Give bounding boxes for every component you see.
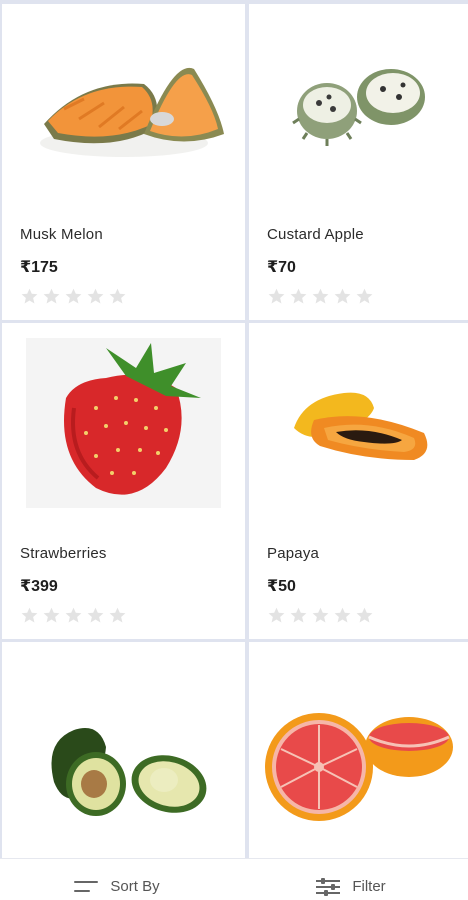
star-icon[interactable] — [64, 606, 83, 625]
star-icon[interactable] — [20, 287, 39, 306]
star-icon[interactable] — [311, 287, 330, 306]
product-image-grapefruit[interactable] — [249, 682, 468, 852]
product-grid: Musk Melon ₹175 Custard Apple ₹70 Strawb… — [0, 0, 468, 858]
star-icon[interactable] — [108, 287, 127, 306]
star-icon[interactable] — [333, 606, 352, 625]
star-icon[interactable] — [64, 287, 83, 306]
bottom-action-bar: Sort By Filter — [0, 858, 468, 900]
star-icon[interactable] — [267, 606, 286, 625]
star-icon[interactable] — [42, 287, 61, 306]
star-icon[interactable] — [86, 287, 105, 306]
sliders-icon — [316, 877, 341, 896]
star-rating[interactable] — [20, 606, 127, 625]
star-icon[interactable] — [289, 606, 308, 625]
star-icon[interactable] — [289, 287, 308, 306]
filter-button[interactable]: Filter — [234, 859, 468, 900]
star-icon[interactable] — [42, 606, 61, 625]
product-image-musk-melon[interactable] — [2, 4, 245, 204]
product-card[interactable]: Custard Apple ₹70 — [249, 4, 468, 320]
product-price: ₹399 — [20, 578, 58, 595]
sort-by-label: Sort By — [110, 878, 160, 895]
star-icon[interactable] — [20, 606, 39, 625]
product-name[interactable]: Custard Apple — [267, 226, 364, 243]
star-rating[interactable] — [267, 606, 374, 625]
star-icon[interactable] — [355, 287, 374, 306]
product-image-avocado[interactable] — [2, 682, 245, 852]
product-price: ₹50 — [267, 578, 296, 595]
star-rating[interactable] — [267, 287, 374, 306]
sort-by-button[interactable]: Sort By — [0, 859, 234, 900]
product-image-custard-apple[interactable] — [249, 4, 468, 204]
product-price: ₹70 — [267, 259, 296, 276]
star-icon[interactable] — [108, 606, 127, 625]
product-name[interactable]: Musk Melon — [20, 226, 103, 243]
sort-lines-icon — [74, 879, 99, 895]
product-card[interactable]: Strawberries ₹399 — [2, 323, 245, 639]
product-card[interactable] — [249, 642, 468, 858]
filter-label: Filter — [352, 878, 386, 895]
product-card[interactable] — [2, 642, 245, 858]
star-icon[interactable] — [355, 606, 374, 625]
star-icon[interactable] — [86, 606, 105, 625]
product-price: ₹175 — [20, 259, 58, 276]
star-rating[interactable] — [20, 287, 127, 306]
product-name[interactable]: Papaya — [267, 545, 319, 562]
product-card[interactable]: Papaya ₹50 — [249, 323, 468, 639]
product-card[interactable]: Musk Melon ₹175 — [2, 4, 245, 320]
star-icon[interactable] — [333, 287, 352, 306]
product-image-papaya[interactable] — [249, 323, 468, 523]
product-image-strawberry[interactable] — [2, 323, 245, 523]
star-icon[interactable] — [267, 287, 286, 306]
product-name[interactable]: Strawberries — [20, 545, 107, 562]
star-icon[interactable] — [311, 606, 330, 625]
